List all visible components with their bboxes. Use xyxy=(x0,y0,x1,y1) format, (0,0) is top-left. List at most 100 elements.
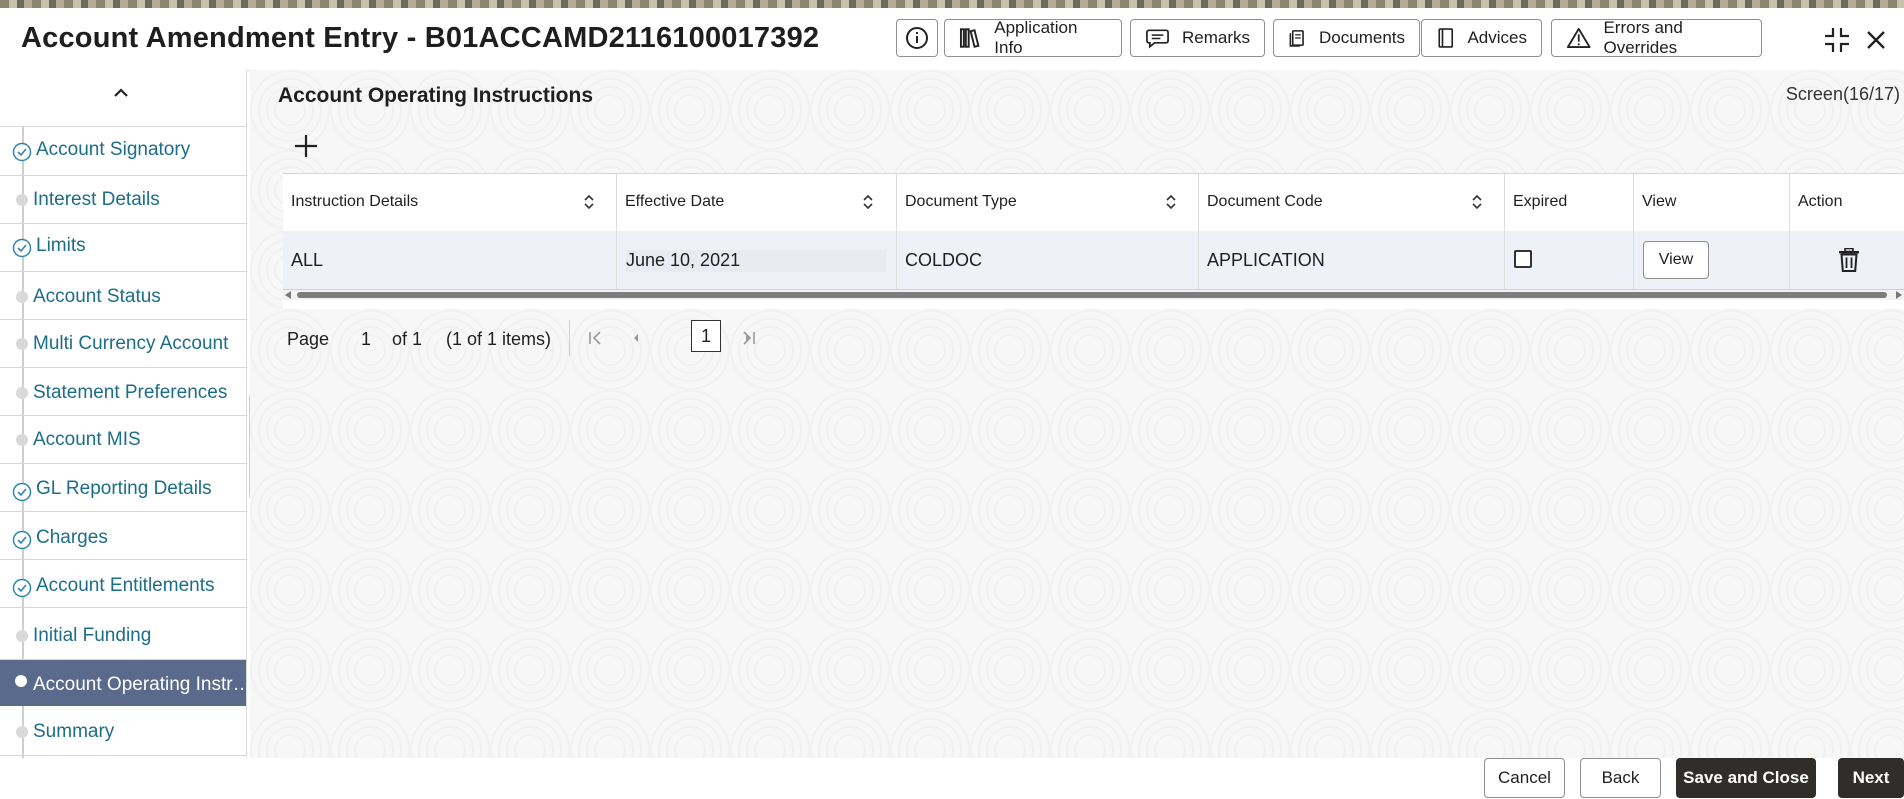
library-books-icon xyxy=(959,28,980,48)
info-button[interactable] xyxy=(896,19,938,57)
sort-icon[interactable] xyxy=(1471,194,1483,210)
table-row[interactable]: ALL June 10, 2021 COLDOC APPLICATION Vie… xyxy=(283,231,1904,290)
errors-overrides-button[interactable]: Errors and Overrides xyxy=(1551,18,1762,57)
pagination: Page 1 of 1 (1 of 1 items) 1 xyxy=(287,320,750,356)
minimize-window-icon[interactable] xyxy=(1823,26,1851,54)
step-current-dot xyxy=(15,675,27,687)
page-number-input[interactable]: 1 xyxy=(361,329,371,350)
cancel-button[interactable]: Cancel xyxy=(1484,758,1565,798)
trash-icon[interactable] xyxy=(1838,248,1860,272)
pagination-divider xyxy=(569,320,570,356)
step-pending-dot xyxy=(16,726,28,738)
last-page-icon[interactable] xyxy=(739,329,757,347)
advices-button[interactable]: Advices xyxy=(1421,19,1542,57)
step-pending-dot xyxy=(16,434,28,446)
sidebar-item-label: Charges xyxy=(36,527,108,548)
column-view: View xyxy=(1634,174,1790,232)
column-document-type[interactable]: Document Type xyxy=(897,174,1199,232)
effective-date-field: June 10, 2021 xyxy=(626,250,886,272)
column-instruction-details[interactable]: Instruction Details xyxy=(283,174,617,232)
sidebar-item-label: Initial Funding xyxy=(33,625,152,646)
first-page-icon[interactable] xyxy=(587,329,605,347)
close-icon[interactable] xyxy=(1864,28,1888,52)
column-document-code[interactable]: Document Code xyxy=(1199,174,1505,232)
view-button[interactable]: View xyxy=(1643,241,1709,279)
cell-document-type: COLDOC xyxy=(897,231,1199,289)
remarks-button[interactable]: Remarks xyxy=(1130,19,1265,57)
check-circle-icon xyxy=(12,578,32,598)
sidebar-item-label: Account Entitlements xyxy=(36,575,215,596)
step-pending-dot xyxy=(16,338,28,350)
operating-instructions-table: Instruction Details Effective Date Docum… xyxy=(283,173,1904,309)
sidebar-item-charges[interactable]: Charges xyxy=(0,512,246,560)
add-icon[interactable] xyxy=(294,134,318,158)
column-effective-date[interactable]: Effective Date xyxy=(617,174,897,232)
sidebar-item-gl-reporting-details[interactable]: GL Reporting Details xyxy=(0,464,246,512)
scroll-right-arrow[interactable] xyxy=(1896,291,1902,299)
sidebar-item-label: Account Operating Instr… xyxy=(33,674,252,695)
sort-icon[interactable] xyxy=(583,194,595,210)
warning-icon xyxy=(1566,27,1591,49)
cell-expired xyxy=(1505,231,1634,289)
step-pending-dot xyxy=(16,387,28,399)
sidebar-item-account-operating-instructions[interactable]: Account Operating Instr… xyxy=(0,660,252,706)
column-action: Action xyxy=(1798,193,1843,210)
sidebar-item-account-mis[interactable]: Account MIS xyxy=(0,416,246,464)
sidebar-item-statement-preferences[interactable]: Statement Preferences xyxy=(0,368,246,416)
collapse-steps-button[interactable] xyxy=(0,70,246,127)
sidebar-item-account-status[interactable]: Account Status xyxy=(0,272,246,320)
application-info-label: Application Info xyxy=(994,18,1078,57)
main-content: Account Operating Instructions Screen(16… xyxy=(250,70,1904,758)
sidebar-item-account-signatory[interactable]: Account Signatory xyxy=(0,126,246,176)
items-count: (1 of 1 items) xyxy=(446,329,552,349)
table-header: Instruction Details Effective Date Docum… xyxy=(283,173,1904,233)
sidebar-item-multi-currency-account[interactable]: Multi Currency Account xyxy=(0,320,246,368)
cell-view: View xyxy=(1634,231,1790,289)
chevron-up-icon xyxy=(114,88,128,97)
application-info-button[interactable]: Application Info xyxy=(944,18,1122,57)
page-title: Account Amendment Entry - B01ACCAMD21161… xyxy=(21,22,820,54)
next-button[interactable]: Next xyxy=(1838,758,1904,798)
top-banner-strip xyxy=(0,0,1904,8)
sidebar-item-initial-funding[interactable]: Initial Funding xyxy=(0,608,246,660)
current-page-button[interactable]: 1 xyxy=(691,320,721,352)
step-pending-dot xyxy=(16,291,28,303)
table-horizontal-scrollbar[interactable] xyxy=(283,290,1904,300)
step-pending-dot xyxy=(16,194,28,206)
footer-actions: Cancel Back Save and Close Next xyxy=(0,758,1904,799)
sidebar-item-summary[interactable]: Summary xyxy=(0,706,246,756)
check-circle-icon xyxy=(12,530,32,550)
documents-label: Documents xyxy=(1319,28,1405,47)
check-circle-icon xyxy=(12,482,32,502)
sort-icon[interactable] xyxy=(862,194,874,210)
sort-icon[interactable] xyxy=(1165,194,1177,210)
scroll-left-arrow[interactable] xyxy=(285,291,291,299)
check-circle-icon xyxy=(12,142,32,162)
scroll-thumb[interactable] xyxy=(297,292,1887,298)
sidebar-item-limits[interactable]: Limits xyxy=(0,224,246,272)
sidebar-item-account-entitlements[interactable]: Account Entitlements xyxy=(0,560,246,608)
info-icon xyxy=(906,27,928,49)
previous-page-icon[interactable] xyxy=(627,329,645,347)
page-label: Page xyxy=(287,329,330,349)
step-navigation-sidebar: Account Signatory Interest Details Limit… xyxy=(0,70,252,758)
screen-counter: Screen(16/17) xyxy=(1785,84,1900,104)
sidebar-item-label: Account MIS xyxy=(33,429,141,450)
sidebar-item-label: Interest Details xyxy=(33,189,160,210)
errors-overrides-label: Errors and Overrides xyxy=(1603,18,1683,57)
page-total: of 1 xyxy=(392,329,423,349)
section-title: Account Operating Instructions xyxy=(278,84,594,107)
sidebar-item-label: Account Status xyxy=(33,286,161,307)
advices-label: Advices xyxy=(1467,28,1527,47)
back-button[interactable]: Back xyxy=(1580,758,1661,798)
expired-checkbox[interactable] xyxy=(1514,250,1532,268)
sidebar-item-label: Summary xyxy=(33,721,115,742)
chat-bubble-icon xyxy=(1146,29,1169,49)
cell-document-code: APPLICATION xyxy=(1199,231,1505,289)
sidebar-item-label: Limits xyxy=(36,235,86,256)
documents-icon xyxy=(1289,30,1304,47)
save-and-close-button[interactable]: Save and Close xyxy=(1676,758,1816,798)
cell-action xyxy=(1790,231,1904,289)
sidebar-item-interest-details[interactable]: Interest Details xyxy=(0,176,246,224)
documents-button[interactable]: Documents xyxy=(1273,19,1420,57)
